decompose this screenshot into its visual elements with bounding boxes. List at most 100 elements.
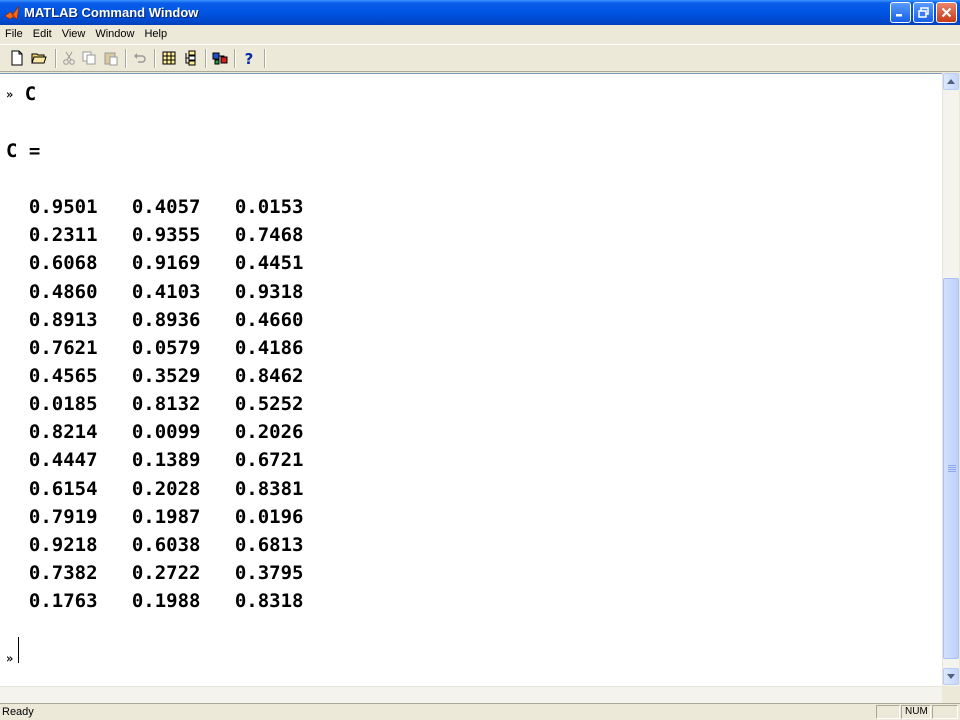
minimize-button[interactable] xyxy=(890,2,911,23)
matrix-cell: 0.8936 xyxy=(131,308,201,331)
matrix-cell: 0.8214 xyxy=(28,421,98,444)
menu-help[interactable]: Help xyxy=(139,26,172,42)
prompt-symbol: » xyxy=(6,650,14,665)
new-file-icon[interactable] xyxy=(9,50,25,66)
matrix-row: 0.4565 0.3529 0.8462 xyxy=(6,364,304,387)
workspace-browser-icon[interactable] xyxy=(161,50,177,66)
toolbar-separator xyxy=(234,49,236,68)
menu-edit[interactable]: Edit xyxy=(28,26,57,42)
matlab-logo-icon xyxy=(4,5,20,20)
matrix-cell: 0.7468 xyxy=(234,224,304,247)
close-button[interactable] xyxy=(936,2,957,23)
minimize-icon xyxy=(896,14,902,17)
matrix-cell: 0.2026 xyxy=(234,421,304,444)
toolbar-separator xyxy=(264,49,266,68)
matrix-cell: 0.2722 xyxy=(131,562,201,585)
matrix-row: 0.2311 0.9355 0.7468 xyxy=(6,224,304,247)
matrix-row: 0.1763 0.1988 0.8318 xyxy=(6,590,304,613)
matrix-cell: 0.1987 xyxy=(131,505,201,528)
copy-icon[interactable] xyxy=(81,50,97,66)
matrix-cell: 0.4447 xyxy=(28,449,98,472)
path-browser-icon[interactable] xyxy=(184,50,200,66)
prompt-symbol: » xyxy=(6,87,14,102)
matrix-cell: 0.8318 xyxy=(234,590,304,613)
matrix-cell: 0.8462 xyxy=(234,364,304,387)
scroll-down-button[interactable] xyxy=(943,668,959,685)
matrix-cell: 0.8913 xyxy=(28,308,98,331)
matrix-cell: 0.6154 xyxy=(28,477,98,500)
matrix-row: 0.7919 0.1987 0.0196 xyxy=(6,505,304,528)
matrix-cell: 0.4451 xyxy=(234,252,304,275)
window-title: MATLAB Command Window xyxy=(24,5,199,20)
cut-icon[interactable] xyxy=(61,50,77,66)
matrix-cell: 0.0153 xyxy=(234,196,304,219)
matrix-cell: 0.0579 xyxy=(131,336,201,359)
toolbar: ? xyxy=(0,44,960,72)
result-label: C = xyxy=(6,139,41,162)
matrix-cell: 0.4103 xyxy=(131,280,201,303)
command-input-history: C xyxy=(24,83,37,105)
matrix-cell: 0.4186 xyxy=(234,336,304,359)
menu-file[interactable]: File xyxy=(0,26,28,42)
command-window[interactable]: » C C = 0.9501 0.4057 0.0153 0.2311 0.93… xyxy=(0,73,942,686)
horizontal-scrollbar[interactable] xyxy=(0,686,942,703)
matrix-row: 0.6154 0.2028 0.8381 xyxy=(6,477,304,500)
matrix-cell: 0.6038 xyxy=(131,533,201,556)
status-pane-empty xyxy=(876,705,900,719)
help-icon[interactable]: ? xyxy=(241,50,257,66)
chevron-up-icon xyxy=(947,79,955,84)
matrix-cell: 0.4565 xyxy=(28,364,98,387)
simulink-icon[interactable] xyxy=(212,50,228,66)
matrix-cell: 0.4860 xyxy=(28,280,98,303)
matrix-row: 0.7621 0.0579 0.4186 xyxy=(6,336,304,359)
paste-icon[interactable] xyxy=(103,50,119,66)
matrix-cell: 0.6813 xyxy=(234,533,304,556)
matrix-row: 0.0185 0.8132 0.5252 xyxy=(6,393,304,416)
matrix-row: 0.4860 0.4103 0.9318 xyxy=(6,280,304,303)
matrix-cell: 0.3795 xyxy=(234,562,304,585)
matrix-row: 0.6068 0.9169 0.4451 xyxy=(6,252,304,275)
status-pane-empty xyxy=(932,705,958,719)
matrix-row: 0.8214 0.0099 0.2026 xyxy=(6,421,304,444)
toolbar-separator xyxy=(205,49,207,68)
menu-window[interactable]: Window xyxy=(90,26,139,42)
menu-view[interactable]: View xyxy=(57,26,91,42)
matrix-cell: 0.1988 xyxy=(131,590,201,613)
matrix-cell: 0.2311 xyxy=(28,224,98,247)
status-bar: Ready NUM xyxy=(0,703,960,720)
matrix-row: 0.9218 0.6038 0.6813 xyxy=(6,533,304,556)
matrix-cell: 0.6068 xyxy=(28,252,98,275)
matrix-cell: 0.8381 xyxy=(234,477,304,500)
chevron-down-icon xyxy=(947,674,955,679)
matrix-cell: 0.7382 xyxy=(28,562,98,585)
matrix-cell: 0.3529 xyxy=(131,364,201,387)
title-bar[interactable]: MATLAB Command Window xyxy=(0,0,960,25)
matrix-cell: 0.9318 xyxy=(234,280,304,303)
matrix-cell: 0.9169 xyxy=(131,252,201,275)
matrix-row: 0.8913 0.8936 0.4660 xyxy=(6,308,304,331)
matrix-output: 0.9501 0.4057 0.0153 0.2311 0.9355 0.746… xyxy=(6,196,304,613)
window-controls xyxy=(890,2,957,23)
restore-icon xyxy=(918,7,929,18)
matrix-cell: 0.8132 xyxy=(131,393,201,416)
matrix-cell: 0.5252 xyxy=(234,393,304,416)
toolbar-separator xyxy=(154,49,156,68)
vertical-scroll-thumb[interactable] xyxy=(943,278,959,659)
matrix-cell: 0.4057 xyxy=(131,196,201,219)
vertical-scrollbar[interactable] xyxy=(942,73,959,686)
matrix-cell: 0.0185 xyxy=(28,393,98,416)
console-output: » C C = 0.9501 0.4057 0.0153 0.2311 0.93… xyxy=(6,80,303,672)
toolbar-separator xyxy=(125,49,127,68)
open-folder-icon[interactable] xyxy=(31,50,47,66)
num-lock-indicator: NUM xyxy=(901,705,931,719)
scroll-up-button[interactable] xyxy=(943,73,959,90)
undo-icon[interactable] xyxy=(132,50,148,66)
restore-button[interactable] xyxy=(913,2,934,23)
toolbar-separator xyxy=(55,49,57,68)
matrix-cell: 0.9218 xyxy=(28,533,98,556)
matrix-cell: 0.9355 xyxy=(131,224,201,247)
scrollbar-corner xyxy=(942,686,960,703)
menu-bar: File Edit View Window Help xyxy=(0,25,960,43)
matrix-cell: 0.7919 xyxy=(28,505,98,528)
matrix-cell: 0.1389 xyxy=(131,449,201,472)
